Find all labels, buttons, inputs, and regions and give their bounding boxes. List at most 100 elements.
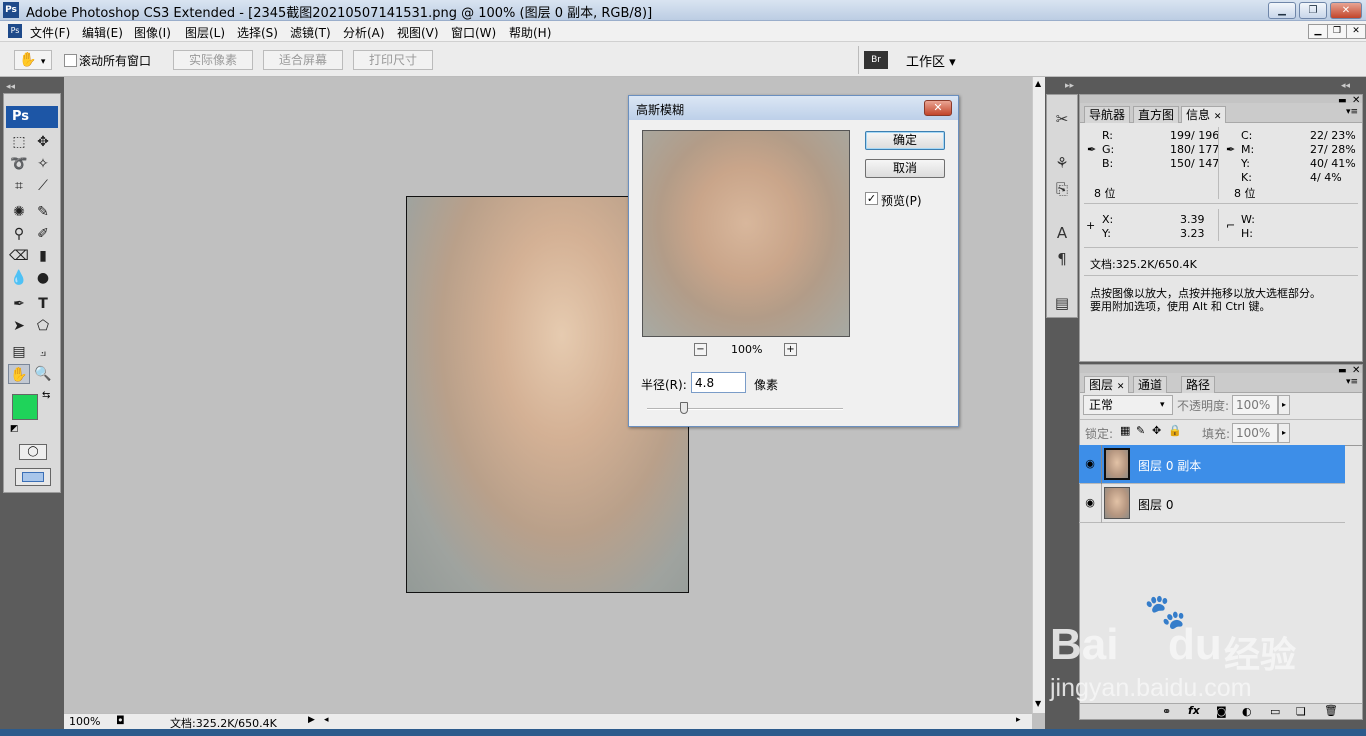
blur-tool-icon[interactable]: 💧 bbox=[8, 268, 30, 288]
zoom-tool-icon[interactable]: 🔍 bbox=[32, 364, 54, 384]
fit-screen-button[interactable]: 适合屏幕 bbox=[263, 50, 343, 70]
doc-restore-button[interactable]: ❐ bbox=[1327, 24, 1347, 39]
eyedropper-icon[interactable]: ✒ bbox=[1087, 143, 1096, 156]
dock-expand-icon[interactable]: ◂◂ bbox=[1341, 81, 1350, 91]
actual-pixels-button[interactable]: 实际像素 bbox=[173, 50, 253, 70]
lasso-tool-icon[interactable]: ➰ bbox=[8, 154, 30, 174]
workspace-menu[interactable]: 工作区 ▾ bbox=[906, 51, 956, 70]
scroll-down-icon[interactable]: ▼ bbox=[1035, 699, 1041, 708]
foreground-color-swatch[interactable] bbox=[12, 394, 38, 420]
menu-file[interactable]: 文件(F) bbox=[30, 24, 70, 41]
gradient-tool-icon[interactable]: ▮ bbox=[32, 246, 54, 266]
dock-collapse-icon[interactable]: ▸▸ bbox=[1065, 81, 1074, 91]
print-size-button[interactable]: 打印尺寸 bbox=[353, 50, 433, 70]
marquee-tool-icon[interactable]: ⬚ bbox=[8, 132, 30, 152]
scroll-left-icon[interactable]: ◂ bbox=[324, 715, 329, 725]
doc-close-button[interactable]: ✕ bbox=[1346, 24, 1366, 39]
scroll-all-checkbox[interactable] bbox=[64, 54, 77, 67]
cancel-button[interactable]: 取消 bbox=[865, 159, 945, 178]
fill-input[interactable]: 100% bbox=[1232, 423, 1278, 443]
eraser-tool-icon[interactable]: ⌫ bbox=[8, 246, 30, 266]
crop-tool-icon[interactable]: ⌗ bbox=[8, 176, 30, 196]
radius-input[interactable] bbox=[691, 372, 746, 393]
blend-mode-select[interactable]: 正常 ▾ bbox=[1083, 395, 1173, 415]
brush-tool-icon[interactable]: ✎ bbox=[32, 202, 54, 222]
maximize-button[interactable]: ❐ bbox=[1299, 2, 1327, 19]
dialog-title-bar[interactable]: 高斯模糊 ✕ bbox=[629, 96, 958, 120]
doc-minimize-button[interactable]: ▁ bbox=[1308, 24, 1328, 39]
character-icon[interactable]: A bbox=[1050, 221, 1074, 245]
clone-stamp-icon[interactable]: ⚲ bbox=[8, 224, 30, 244]
menu-help[interactable]: 帮助(H) bbox=[509, 24, 551, 41]
status-menu-arrow-icon[interactable]: ▶ bbox=[308, 715, 315, 725]
dialog-close-button[interactable]: ✕ bbox=[924, 100, 952, 116]
magic-wand-tool-icon[interactable]: ✧ bbox=[32, 154, 54, 174]
tab-close-icon[interactable]: ✕ bbox=[1214, 112, 1222, 122]
ok-button[interactable]: 确定 bbox=[865, 131, 945, 150]
brush-presets-icon[interactable]: ⚘ bbox=[1050, 151, 1074, 175]
lock-pixels-icon[interactable]: ✎ bbox=[1136, 424, 1145, 437]
tab-layers[interactable]: 图层 ✕ bbox=[1084, 376, 1130, 393]
layer-row-base[interactable]: ◉ 图层 0 bbox=[1079, 484, 1345, 523]
tab-channels[interactable]: 通道 bbox=[1133, 376, 1168, 393]
blur-preview-image[interactable] bbox=[642, 130, 850, 337]
screen-mode-icon[interactable] bbox=[15, 468, 51, 486]
dodge-tool-icon[interactable]: ● bbox=[32, 268, 54, 288]
slice-tool-icon[interactable]: ⟋ bbox=[32, 176, 54, 196]
move-tool-icon[interactable]: ✥ bbox=[32, 132, 54, 152]
status-icon[interactable]: ◘ bbox=[116, 714, 125, 727]
tab-navigator[interactable]: 导航器 bbox=[1084, 106, 1131, 123]
notes-tool-icon[interactable]: ▤ bbox=[8, 342, 30, 362]
healing-brush-icon[interactable]: ✺ bbox=[8, 202, 30, 222]
tab-histogram[interactable]: 直方图 bbox=[1133, 106, 1180, 123]
layer-comps-icon[interactable]: ▤ bbox=[1050, 291, 1074, 315]
vertical-scrollbar[interactable]: ▲ ▼ bbox=[1032, 77, 1045, 713]
opacity-slider-arrow-icon[interactable]: ▸ bbox=[1278, 395, 1290, 415]
fill-slider-arrow-icon[interactable]: ▸ bbox=[1278, 423, 1290, 443]
lock-all-icon[interactable]: 🔒 bbox=[1168, 424, 1182, 437]
type-tool-icon[interactable]: T bbox=[32, 294, 54, 314]
zoom-in-button[interactable]: + bbox=[784, 343, 797, 356]
lock-transparency-icon[interactable]: ▦ bbox=[1120, 424, 1130, 437]
visibility-eye-icon[interactable]: ◉ bbox=[1083, 496, 1097, 510]
collapse-arrows-icon[interactable]: ◂◂ bbox=[6, 82, 15, 92]
path-selection-icon[interactable]: ➤ bbox=[8, 316, 30, 336]
layer-name[interactable]: 图层 0 bbox=[1138, 496, 1173, 513]
bridge-icon[interactable]: Br bbox=[864, 51, 888, 69]
eyedropper-cmyk-icon[interactable]: ✒ bbox=[1226, 143, 1235, 156]
menu-analysis[interactable]: 分析(A) bbox=[343, 24, 385, 41]
lock-position-icon[interactable]: ✥ bbox=[1152, 424, 1161, 437]
clone-source-icon[interactable]: ⎘ bbox=[1050, 177, 1074, 201]
tab-info[interactable]: 信息 ✕ bbox=[1181, 106, 1227, 123]
preview-checkbox[interactable]: ✓ bbox=[865, 192, 878, 205]
pen-tool-icon[interactable]: ✒ bbox=[8, 294, 30, 314]
menu-filter[interactable]: 滤镜(T) bbox=[290, 24, 331, 41]
radius-slider-thumb[interactable] bbox=[680, 402, 689, 414]
history-brush-icon[interactable]: ✐ bbox=[32, 224, 54, 244]
quick-mask-icon[interactable]: ◯ bbox=[19, 444, 47, 460]
tab-paths[interactable]: 路径 bbox=[1181, 376, 1216, 393]
layer-row-copy[interactable]: ◉ 图层 0 副本 bbox=[1079, 445, 1345, 484]
menu-select[interactable]: 选择(S) bbox=[237, 24, 278, 41]
layer-name[interactable]: 图层 0 副本 bbox=[1138, 457, 1201, 474]
status-zoom[interactable]: 100% bbox=[69, 715, 100, 728]
scroll-up-icon[interactable]: ▲ bbox=[1035, 79, 1041, 88]
menu-edit[interactable]: 编辑(E) bbox=[82, 24, 123, 41]
menu-image[interactable]: 图像(I) bbox=[134, 24, 171, 41]
tab-close-icon[interactable]: ✕ bbox=[1117, 382, 1125, 392]
close-button[interactable]: ✕ bbox=[1330, 2, 1362, 19]
zoom-out-button[interactable]: − bbox=[694, 343, 707, 356]
menu-window[interactable]: 窗口(W) bbox=[451, 24, 496, 41]
panel-menu-icon[interactable]: ▾≡ bbox=[1346, 107, 1358, 117]
panel-menu-icon[interactable]: ▾≡ bbox=[1346, 377, 1358, 387]
paragraph-icon[interactable]: ¶ bbox=[1050, 247, 1074, 271]
scroll-right-icon[interactable]: ▸ bbox=[1016, 715, 1021, 725]
hand-tool-preset[interactable]: ✋ ▾ bbox=[14, 50, 52, 70]
hand-tool-icon[interactable]: ✋ bbox=[8, 364, 30, 384]
radius-slider-track[interactable] bbox=[647, 408, 843, 410]
default-colors-icon[interactable]: ◩ bbox=[10, 424, 19, 434]
menu-view[interactable]: 视图(V) bbox=[397, 24, 439, 41]
eyedropper-tool-icon[interactable]: ⟓ bbox=[32, 342, 54, 362]
visibility-eye-icon[interactable]: ◉ bbox=[1083, 457, 1097, 471]
shape-tool-icon[interactable]: ⬠ bbox=[32, 316, 54, 336]
